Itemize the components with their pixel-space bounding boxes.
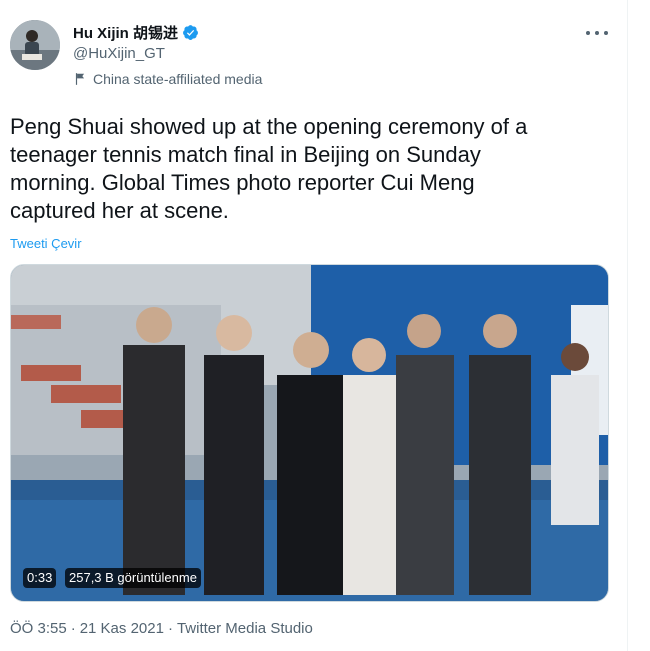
more-dot: [604, 31, 608, 35]
more-dot: [586, 31, 590, 35]
tweet-footer: ÖÖ 3:55 · 21 Kas 2021 · Twitter Media St…: [10, 620, 313, 637]
translate-link[interactable]: Tweeti Çevir: [10, 236, 82, 251]
video-views: 257,3 B görüntülenme: [65, 568, 201, 588]
tweet-time[interactable]: ÖÖ 3:55: [10, 620, 67, 637]
video-player[interactable]: 0:33 257,3 B görüntülenme: [10, 264, 609, 602]
verified-badge-icon: [183, 25, 198, 40]
video-duration: 0:33: [23, 568, 57, 588]
author-name[interactable]: Hu Xijin 胡锡进: [73, 22, 178, 43]
more-dot: [595, 31, 599, 35]
video-thumbnail: [11, 265, 608, 601]
author-handle[interactable]: @HuXijin_GT: [73, 45, 165, 62]
footer-separator: ·: [167, 620, 173, 637]
author-avatar[interactable]: [10, 20, 60, 70]
flag-icon: [75, 73, 85, 85]
author-name-row[interactable]: Hu Xijin 胡锡进: [73, 22, 199, 43]
tweet-source[interactable]: Twitter Media Studio: [177, 620, 313, 637]
affiliation-text: China state-affiliated media: [93, 71, 263, 87]
tweet-text: Peng Shuai showed up at the opening cere…: [10, 114, 528, 223]
avatar-image: [10, 20, 60, 70]
page-edge: [627, 0, 650, 651]
tweet-date[interactable]: 21 Kas 2021: [80, 620, 164, 637]
footer-separator: ·: [70, 620, 76, 637]
affiliation-label[interactable]: China state-affiliated media: [73, 71, 262, 87]
more-icon[interactable]: [586, 25, 608, 41]
